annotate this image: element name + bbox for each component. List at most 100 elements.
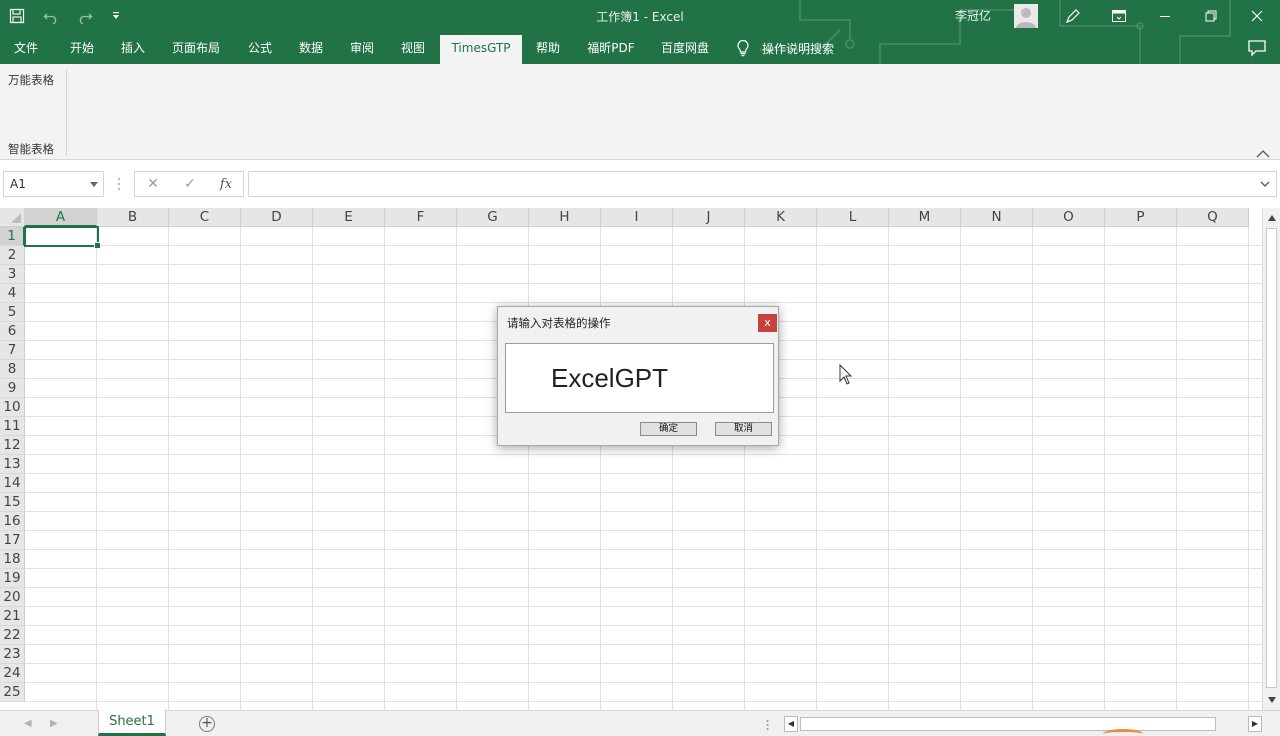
scroll-left-icon[interactable]: ◀: [784, 716, 798, 732]
row-header-17[interactable]: 17: [0, 531, 25, 550]
active-cell-a1[interactable]: [24, 226, 101, 249]
column-header-h[interactable]: H: [529, 208, 601, 227]
name-box[interactable]: A1: [3, 171, 104, 197]
row-header-14[interactable]: 14: [0, 474, 25, 493]
tab-file[interactable]: 文件: [2, 32, 50, 64]
vertical-scrollbar[interactable]: [1262, 208, 1280, 710]
column-header-e[interactable]: E: [313, 208, 385, 227]
column-header-p[interactable]: P: [1105, 208, 1177, 227]
row-header-21[interactable]: 21: [0, 607, 25, 626]
tab-formulas[interactable]: 公式: [238, 32, 282, 64]
ribbon-display-icon[interactable]: [1096, 0, 1142, 32]
add-sheet-icon[interactable]: +: [199, 716, 215, 732]
select-all-button[interactable]: [0, 208, 25, 227]
insert-function-icon[interactable]: fx: [211, 172, 241, 196]
sheet-tab-sheet1[interactable]: Sheet1: [98, 710, 166, 736]
row-header-25[interactable]: 25: [0, 683, 25, 702]
row-header-9[interactable]: 9: [0, 379, 25, 398]
column-header-f[interactable]: F: [385, 208, 457, 227]
close-icon[interactable]: [1234, 0, 1280, 32]
formula-bar-grip-icon[interactable]: [117, 177, 121, 191]
vertical-scroll-thumb[interactable]: [1266, 228, 1277, 688]
column-header-i[interactable]: I: [601, 208, 673, 227]
dialog-text-input[interactable]: ExcelGPT: [505, 343, 774, 413]
save-icon[interactable]: [0, 0, 34, 32]
horizontal-scroll-thumb[interactable]: [800, 717, 1216, 731]
column-header-k[interactable]: K: [745, 208, 817, 227]
tab-home[interactable]: 开始: [58, 32, 106, 64]
row-header-8[interactable]: 8: [0, 360, 25, 379]
chevron-down-icon[interactable]: [90, 182, 98, 187]
enter-entry-icon[interactable]: ✓: [175, 172, 205, 196]
avatar[interactable]: [1014, 4, 1038, 28]
minimize-icon[interactable]: [1142, 0, 1188, 32]
undo-icon[interactable]: [34, 0, 68, 32]
row-header-24[interactable]: 24: [0, 664, 25, 683]
smart-table-button[interactable]: 智能表格: [8, 141, 54, 157]
row-header-18[interactable]: 18: [0, 550, 25, 569]
collapse-ribbon-icon[interactable]: [1255, 144, 1273, 158]
tab-data[interactable]: 数据: [288, 32, 334, 64]
column-header-b[interactable]: B: [97, 208, 169, 227]
tab-review[interactable]: 审阅: [340, 32, 384, 64]
window-title: 工作簿1 - Excel: [596, 10, 684, 24]
cancel-entry-icon[interactable]: ✕: [138, 172, 168, 196]
expand-formula-bar-icon[interactable]: [1260, 179, 1270, 189]
cancel-button[interactable]: 取消: [715, 422, 772, 436]
row-header-19[interactable]: 19: [0, 569, 25, 588]
tab-timesgtp[interactable]: TimesGTP: [440, 35, 522, 64]
pen-icon[interactable]: [1050, 0, 1096, 32]
column-header-g[interactable]: G: [457, 208, 529, 227]
tab-baidu-netdisk[interactable]: 百度网盘: [652, 32, 718, 64]
row-header-15[interactable]: 15: [0, 493, 25, 512]
row-header-16[interactable]: 16: [0, 512, 25, 531]
ok-button[interactable]: 确定: [640, 422, 697, 436]
column-header-j[interactable]: J: [673, 208, 745, 227]
row-header-1[interactable]: 1: [0, 227, 25, 246]
customize-qat-icon[interactable]: [102, 0, 130, 32]
column-header-n[interactable]: N: [961, 208, 1033, 227]
column-header-c[interactable]: C: [169, 208, 241, 227]
tab-foxit-pdf[interactable]: 福昕PDF: [580, 32, 642, 64]
row-header-10[interactable]: 10: [0, 398, 25, 417]
sheet-nav-left-icon[interactable]: ◀: [24, 718, 32, 729]
tab-split-grip-icon[interactable]: [766, 719, 769, 731]
comment-icon[interactable]: [1247, 39, 1269, 57]
tab-page-layout[interactable]: 页面布局: [162, 32, 230, 64]
row-headers: 1 2 3 4 5 6 7 8 9 10 11 12 13 14 15 16 17 18 19 20 21 22 23 24 2…: [0, 227, 25, 702]
row-header-4[interactable]: 4: [0, 284, 25, 303]
horizontal-scrollbar[interactable]: ◀ ▶: [784, 716, 1262, 732]
row-header-12[interactable]: 12: [0, 436, 25, 455]
tab-view[interactable]: 视图: [390, 32, 436, 64]
scroll-right-icon[interactable]: ▶: [1248, 716, 1262, 732]
column-header-a[interactable]: A: [25, 208, 97, 227]
column-header-l[interactable]: L: [817, 208, 889, 227]
sheet-nav-right-icon[interactable]: ▶: [50, 718, 58, 729]
row-header-5[interactable]: 5: [0, 303, 25, 322]
restore-icon[interactable]: [1188, 0, 1234, 32]
row-header-23[interactable]: 23: [0, 645, 25, 664]
scroll-up-icon[interactable]: [1264, 210, 1280, 226]
row-header-7[interactable]: 7: [0, 341, 25, 360]
universal-table-button[interactable]: 万能表格: [8, 72, 54, 88]
tell-me-search[interactable]: 操作说明搜索: [736, 32, 834, 64]
redo-icon[interactable]: [68, 0, 102, 32]
tab-insert[interactable]: 插入: [110, 32, 156, 64]
user-name[interactable]: 李冠亿: [955, 7, 991, 24]
cell-area[interactable]: [24, 226, 1262, 710]
tab-help[interactable]: 帮助: [526, 32, 570, 64]
scroll-down-icon[interactable]: [1264, 692, 1280, 708]
dialog-close-button[interactable]: x: [758, 314, 777, 332]
formula-input[interactable]: [248, 171, 1277, 197]
row-header-6[interactable]: 6: [0, 322, 25, 341]
row-header-20[interactable]: 20: [0, 588, 25, 607]
row-header-13[interactable]: 13: [0, 455, 25, 474]
row-header-3[interactable]: 3: [0, 265, 25, 284]
column-header-q[interactable]: Q: [1177, 208, 1249, 227]
column-header-m[interactable]: M: [889, 208, 961, 227]
column-header-o[interactable]: O: [1033, 208, 1105, 227]
row-header-2[interactable]: 2: [0, 246, 25, 265]
column-header-d[interactable]: D: [241, 208, 313, 227]
row-header-22[interactable]: 22: [0, 626, 25, 645]
row-header-11[interactable]: 11: [0, 417, 25, 436]
